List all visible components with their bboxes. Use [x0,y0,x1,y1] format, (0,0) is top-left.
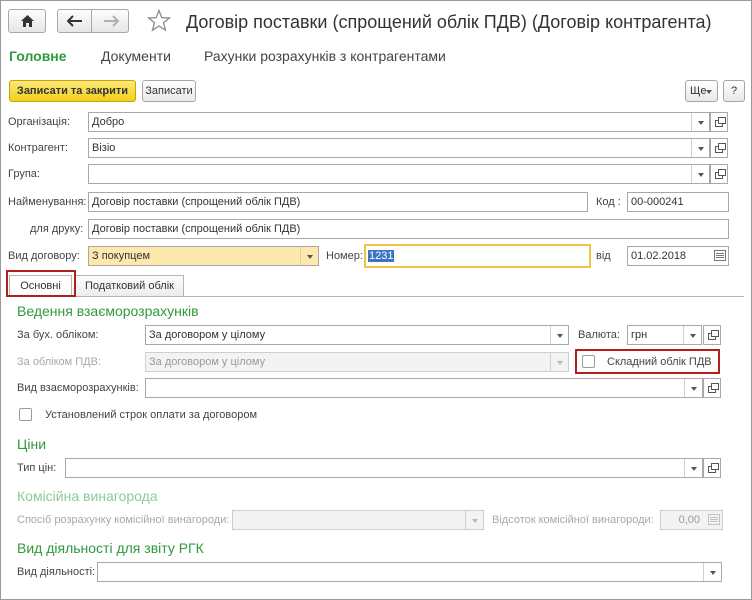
tab-divider [6,296,744,297]
date-field[interactable]: 01.02.2018 [627,246,729,266]
activity-kind-field[interactable] [97,562,722,582]
commission-percent-value: 0,00 [678,514,700,526]
window-title: Договір поставки (спрощений облік ПДВ) (… [186,12,712,32]
star-icon[interactable] [147,9,171,32]
activity-kind-label: Вид діяльності: [17,566,96,578]
commission-method-label: Спосіб розрахунку комісійної винагороди: [17,514,230,526]
settlement-kind-label: Вид взаєморозрахунків: [17,382,139,394]
dropdown-arrow-icon[interactable] [683,326,701,344]
contractor-field[interactable]: Візіо [88,138,710,158]
contract-type-label: Вид договору: [8,250,80,262]
print-name-label: для друку: [30,223,84,235]
number-value: 1231 [368,250,395,262]
prices-heading: Ціни [17,436,47,452]
home-icon [21,15,34,27]
commission-percent-field: 0,00 [660,510,723,530]
calendar-icon[interactable] [714,250,726,261]
settlement-heading: Ведення взаєморозрахунків [17,303,199,319]
dropdown-arrow-icon[interactable] [550,326,568,344]
activity-heading: Вид діяльності для звіту РГК [17,540,204,556]
dropdown-arrow-icon[interactable] [684,379,702,397]
contract-type-value: З покупцем [92,250,151,262]
settlement-kind-field[interactable] [145,378,703,398]
dropdown-arrow-icon[interactable] [691,165,709,183]
dropdown-arrow-icon[interactable] [300,247,318,265]
code-field[interactable]: 00-000241 [627,192,729,212]
commission-method-field [232,510,484,530]
currency-label: Валюта: [578,329,620,341]
vat-accounting-label: За обліком ПДВ: [17,356,102,368]
date-label: від [596,250,611,262]
number-field[interactable]: 1231 [364,244,591,268]
more-button[interactable]: Ще [685,80,718,102]
commission-percent-label: Відсоток комісійної винагороди: [492,514,654,526]
number-label: Номер: [326,250,363,262]
vat-accounting-field: За договором у цілому [145,352,569,372]
arrow-left-icon [67,15,82,27]
group-label: Група: [8,168,40,180]
accounting-label: За бух. обліком: [17,329,99,341]
group-field[interactable] [88,164,710,184]
dropdown-arrow-icon[interactable] [691,139,709,157]
section-main[interactable]: Головне [9,47,67,65]
accounting-value: За договором у цілому [149,329,266,341]
chevron-down-icon [706,90,712,94]
payment-term-checkbox[interactable] [19,408,32,421]
accounting-field[interactable]: За договором у цілому [145,325,569,345]
currency-value: грн [631,329,648,341]
date-value: 01.02.2018 [631,250,687,262]
price-type-label: Тип цін: [17,462,57,474]
dropdown-arrow-icon [465,511,483,529]
commission-heading: Комісійна винагорода [17,488,158,504]
open-icon[interactable] [710,138,728,158]
price-type-field[interactable] [65,458,703,478]
code-label: Код : [596,196,621,208]
save-button[interactable]: Записати [142,80,196,102]
name-field[interactable]: Договір поставки (спрощений облік ПДВ) [88,192,588,212]
forward-button[interactable] [91,9,129,33]
dropdown-arrow-icon[interactable] [691,113,709,131]
calculator-icon [708,514,720,525]
open-icon[interactable] [703,378,721,398]
tab-tax-accounting[interactable]: Податковий облік [75,275,184,296]
print-name-field[interactable]: Договір поставки (спрощений облік ПДВ) [88,219,729,239]
open-icon[interactable] [703,325,721,345]
contractor-label: Контрагент: [8,142,68,154]
contractor-value: Візіо [92,142,116,154]
open-icon[interactable] [710,112,728,132]
open-icon[interactable] [710,164,728,184]
complex-vat-label: Складний облік ПДВ [607,356,712,368]
dropdown-arrow-icon[interactable] [703,563,721,581]
complex-vat-checkbox[interactable] [582,355,595,368]
open-icon[interactable] [703,458,721,478]
dropdown-arrow-icon[interactable] [684,459,702,477]
section-settlement-accounts[interactable]: Рахунки розрахунків з контрагентами [204,47,446,65]
arrow-right-icon [104,15,119,27]
vat-accounting-value: За договором у цілому [149,356,266,368]
dropdown-arrow-icon [550,353,568,371]
payment-term-label: Установлений строк оплати за договором [45,409,258,421]
back-button[interactable] [57,9,92,33]
organization-label: Організація: [8,116,70,128]
more-label: Ще [690,85,707,97]
home-button[interactable] [8,9,46,33]
highlight-frame [6,270,76,297]
organization-value: Добро [92,116,125,128]
contract-type-field[interactable]: З покупцем [88,246,319,266]
currency-field[interactable]: грн [627,325,702,345]
section-documents[interactable]: Документи [101,47,171,65]
help-button[interactable]: ? [723,80,745,102]
organization-field[interactable]: Добро [88,112,710,132]
save-and-close-button[interactable]: Записати та закрити [9,80,136,102]
name-label: Найменування: [8,196,87,208]
